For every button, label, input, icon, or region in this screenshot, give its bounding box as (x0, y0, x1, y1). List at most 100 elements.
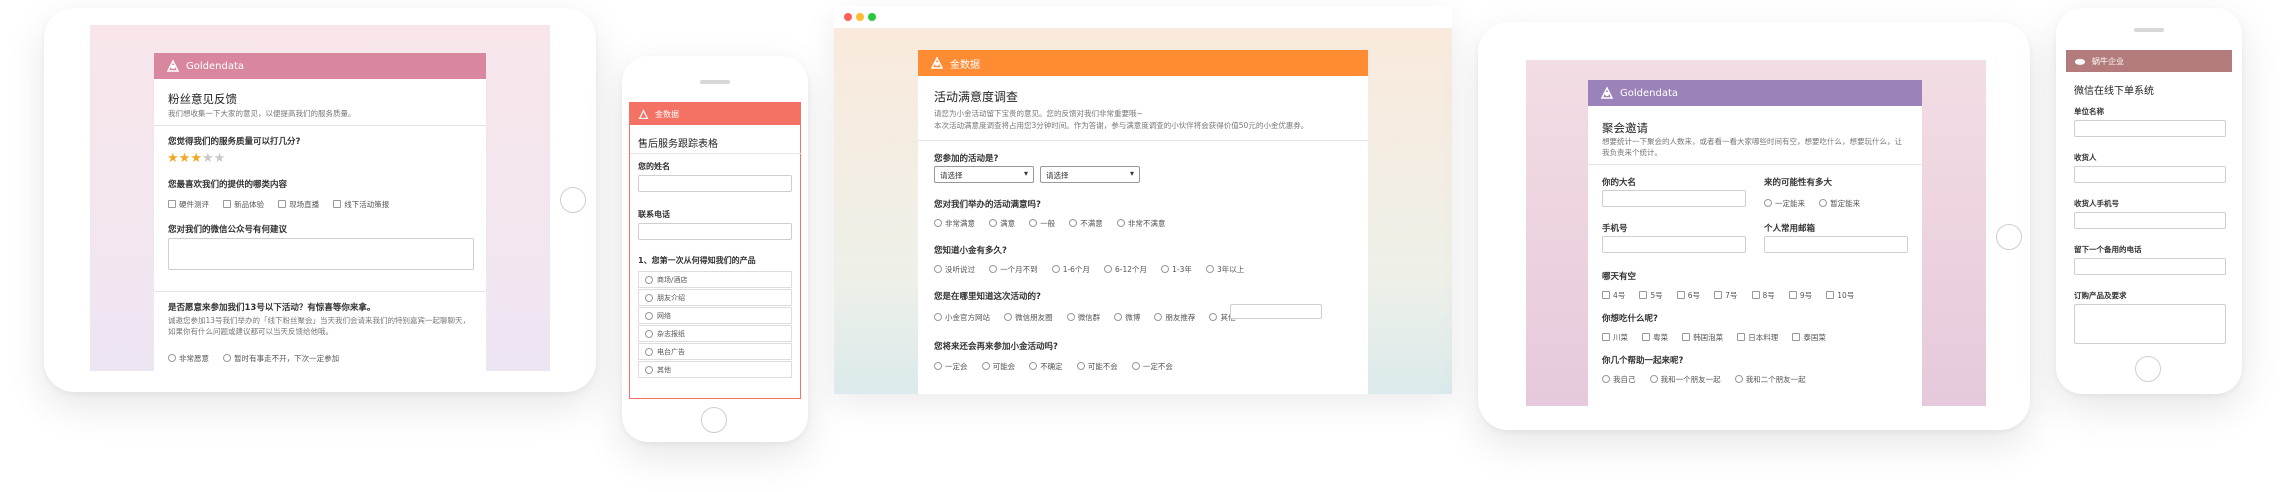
checkbox-option[interactable]: 新品体验 (223, 199, 264, 210)
checkbox-option[interactable]: 韩国泡菜 (1682, 332, 1723, 343)
checkbox-option[interactable]: 粤菜 (1642, 332, 1668, 343)
checkbox-option[interactable]: 10号 (1826, 290, 1854, 301)
radio-option[interactable]: 不确定 (1029, 361, 1063, 372)
radio-option[interactable]: 我和二个朋友一起 (1734, 374, 1806, 385)
phone-device-1: 金数据 售后服务跟踪表格 您的姓名 联系电话 1、您第一次从何得知我们的产品 商… (622, 56, 808, 442)
source-option[interactable]: 电台广告 (638, 343, 792, 360)
question-event: 是否愿意来参加我们13号以下活动？有惊喜等你来拿。 (168, 303, 376, 313)
divider (154, 125, 486, 126)
checkbox-option[interactable]: 5号 (1639, 290, 1663, 301)
form-description: 我们想收集一下大家的意见，以便提高我们的服务质量。 (168, 109, 356, 118)
radio-option[interactable]: 3年以上 (1206, 264, 1244, 275)
radio-option[interactable]: 朋友推荐 (1154, 312, 1195, 323)
home-button[interactable] (1996, 224, 2022, 250)
radio-option[interactable]: 小金官方网站 (934, 312, 990, 323)
radio-option[interactable]: 我和一个朋友一起 (1649, 374, 1721, 385)
attendance-radio-group: 一定能来 暂定能来 (1764, 192, 1869, 211)
checkbox-option[interactable]: 泰国菜 (1792, 332, 1826, 343)
radio-option[interactable]: 微信群 (1066, 312, 1100, 323)
checkbox-option[interactable]: 9号 (1788, 290, 1812, 301)
receiver-input[interactable] (2074, 166, 2226, 183)
form-card-feedback: Goldendata 粉丝意见反馈 我们想收集一下大家的意见，以便提高我们的服务… (154, 53, 486, 371)
name-input[interactable] (1602, 190, 1746, 207)
radio-option[interactable]: 微信朋友圈 (1004, 312, 1053, 323)
browser-window: 金数据 活动满意度调查 请您为小金活动留下宝贵的意见。您的反馈对我们非常重要哦~… (834, 6, 1452, 394)
activity-select-1[interactable]: 请选择 (934, 166, 1034, 183)
star-icon[interactable]: ★ (179, 151, 191, 166)
radio-option[interactable]: 满意 (989, 218, 1015, 229)
radio-option[interactable]: 1-6个月 (1051, 264, 1090, 275)
radio-option[interactable]: 非常满意 (934, 218, 975, 229)
phone-input[interactable] (638, 223, 792, 240)
leaf-logo-icon (638, 108, 649, 119)
backup-phone-input[interactable] (2074, 258, 2226, 275)
checkbox-option[interactable]: 日本料理 (1737, 332, 1778, 343)
source-option[interactable]: 网络 (638, 307, 792, 324)
maximize-window-icon[interactable] (868, 13, 876, 21)
star-icon[interactable]: ★ (202, 151, 214, 166)
source-option[interactable]: 杂志报纸 (638, 325, 792, 342)
radio-option[interactable]: 一定能来 (1764, 198, 1805, 209)
checkbox-option[interactable]: 线下活动策报 (333, 199, 389, 210)
divider (1588, 164, 1922, 165)
radio-option[interactable]: 一定会 (934, 361, 968, 372)
star-icon[interactable]: ★ (214, 151, 226, 166)
food-checkbox-group: 川菜 粤菜 韩国泡菜 日本料理 泰国菜 (1602, 326, 1835, 345)
checkbox-option[interactable]: 现场直播 (278, 199, 319, 210)
phone-input[interactable] (1602, 236, 1746, 253)
form-title: 聚会邀请 (1602, 121, 1648, 135)
radio-option[interactable]: 暂定能来 (1819, 198, 1860, 209)
question-source: 1、您第一次从何得知我们的产品 (638, 256, 756, 265)
phone-speaker (2134, 28, 2164, 32)
radio-option[interactable]: 一个月不到 (989, 264, 1038, 275)
radio-option[interactable]: 6-12个月 (1104, 264, 1147, 275)
radio-option[interactable]: 一般 (1029, 218, 1055, 229)
divider (154, 291, 486, 292)
home-button[interactable] (701, 407, 727, 433)
phone-speaker (700, 80, 730, 84)
star-icon[interactable]: ★ (167, 151, 179, 166)
receiver-phone-input[interactable] (2074, 212, 2226, 229)
question-activity: 您参加的活动是? (934, 154, 999, 164)
checkbox-option[interactable]: 8号 (1751, 290, 1775, 301)
other-channel-input[interactable] (1230, 304, 1322, 319)
question-email: 个人常用邮箱 (1764, 224, 1816, 234)
question-name: 您的姓名 (638, 162, 670, 171)
radio-option[interactable]: 非常不满意 (1116, 218, 1165, 229)
company-input[interactable] (2074, 120, 2226, 137)
email-input[interactable] (1764, 236, 1908, 253)
radio-option[interactable]: 1-3年 (1161, 264, 1192, 275)
radio-option[interactable]: 不满意 (1069, 218, 1103, 229)
close-window-icon[interactable] (844, 13, 852, 21)
divider (918, 140, 1368, 141)
source-option[interactable]: 其他 (638, 361, 792, 378)
phone-device-2: 蜗牛企业 微信在线下单系统 单位名称 收货人 收货人手机号 留下一个备用的电话 … (2056, 8, 2242, 394)
question-companions: 你几个帮助一起来呢? (1602, 356, 1684, 366)
radio-option[interactable]: 微博 (1114, 312, 1140, 323)
radio-option[interactable]: 可能会 (981, 361, 1015, 372)
checkbox-option[interactable]: 川菜 (1602, 332, 1628, 343)
star-rating[interactable]: ★★★★★ (167, 147, 225, 166)
order-textarea[interactable] (2074, 304, 2226, 344)
radio-option[interactable]: 没听说过 (934, 264, 975, 275)
checkbox-option[interactable]: 硬件测评 (168, 199, 209, 210)
checkbox-option[interactable]: 4号 (1602, 290, 1625, 301)
radio-option[interactable]: 可能不会 (1076, 361, 1118, 372)
name-input[interactable] (638, 175, 792, 192)
home-button[interactable] (2135, 356, 2161, 382)
radio-option[interactable]: 非常愿意 (168, 353, 209, 364)
source-option[interactable]: 商场/酒店 (638, 271, 792, 288)
activity-select-2[interactable]: 请选择 (1040, 166, 1140, 183)
checkbox-option[interactable]: 7号 (1714, 290, 1737, 301)
radio-option[interactable]: 暂时有事走不开，下次一定参加 (223, 353, 339, 364)
radio-option[interactable]: 我自己 (1602, 374, 1636, 385)
suggestion-textarea[interactable] (168, 238, 474, 270)
star-icon[interactable]: ★ (190, 151, 202, 166)
minimize-window-icon[interactable] (856, 13, 864, 21)
question-duration: 您知道小金有多久? (934, 246, 1007, 256)
question-free-day: 哪天有空 (1602, 272, 1637, 282)
radio-option[interactable]: 一定不会 (1131, 361, 1173, 372)
checkbox-option[interactable]: 6号 (1676, 290, 1700, 301)
home-button[interactable] (560, 187, 586, 213)
source-option[interactable]: 朋友介绍 (638, 289, 792, 306)
